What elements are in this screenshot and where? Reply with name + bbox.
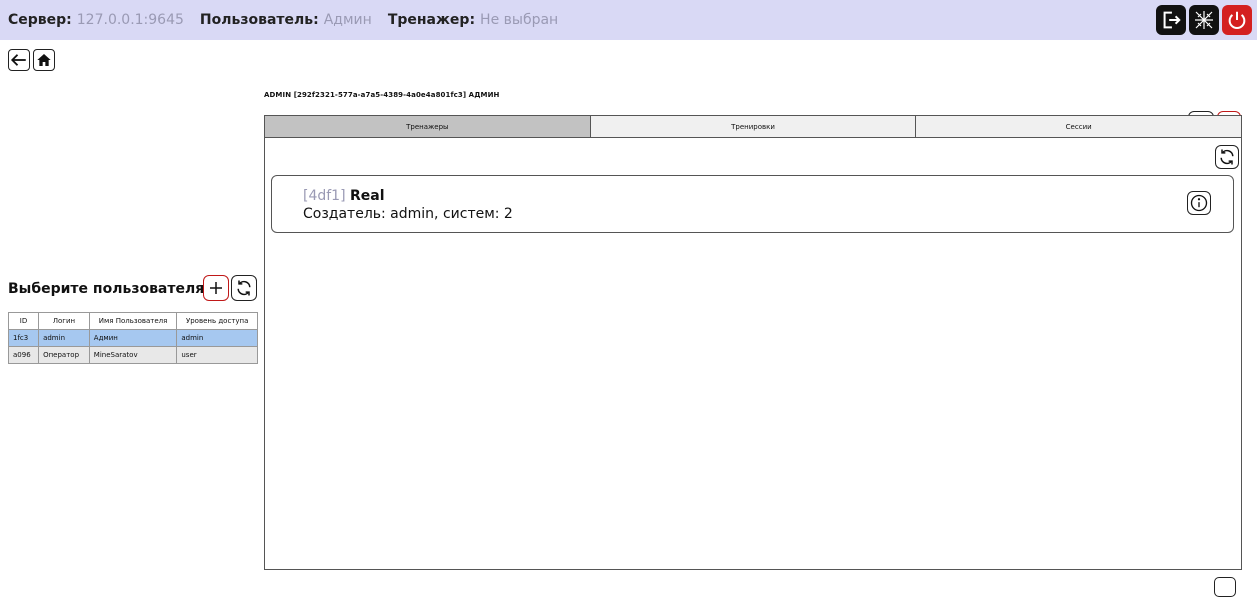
cell-level: user [176, 346, 258, 364]
network-icon [1195, 11, 1213, 29]
user-value: Админ [323, 12, 372, 28]
refresh-icon [1220, 149, 1234, 165]
table-row[interactable]: 1fc3 admin Админ admin [7, 329, 258, 347]
cell-login: admin [38, 329, 90, 347]
cell-name: MineSaratov [88, 346, 178, 364]
home-icon [37, 54, 51, 66]
refresh-users-button[interactable] [231, 275, 257, 301]
back-arrow-icon [10, 54, 26, 66]
tab-sessions[interactable]: Сессии [916, 116, 1242, 137]
trainer-info-button[interactable] [1187, 191, 1211, 215]
tab-trainers[interactable]: Тренажеры [265, 116, 591, 137]
trainer-label: Тренажер: [387, 12, 476, 28]
selected-user-info: ADMIN [292f2321-577a-a7a5-4389-4a0e4a801… [264, 91, 500, 99]
column-header: Имя Пользователя [88, 312, 178, 330]
power-icon [1228, 11, 1246, 29]
content-panel: Тренажеры Тренировки Сессии [4df1] Real … [264, 115, 1242, 570]
column-header: Уровень доступа [176, 312, 258, 330]
cell-name: Админ [88, 329, 178, 347]
theme-toggle-button[interactable] [1214, 577, 1236, 597]
cell-level: admin [176, 329, 258, 347]
server-label: Сервер: [8, 12, 72, 28]
table-header-row: ID Логин Имя Пользователя Уровень доступ… [7, 312, 258, 330]
network-button[interactable] [1189, 5, 1219, 35]
tab-trainings[interactable]: Тренировки [590, 116, 917, 137]
users-table: ID Логин Имя Пользователя Уровень доступ… [7, 312, 258, 364]
top-status-bar: Сервер: 127.0.0.1:9645 Пользователь: Адм… [0, 0, 1257, 40]
tab-bar: Тренажеры Тренировки Сессии [265, 116, 1242, 138]
back-button[interactable] [8, 49, 30, 71]
trainer-id: [4df1] [303, 188, 346, 204]
plus-icon [210, 282, 222, 294]
refresh-icon [237, 280, 251, 296]
moon-icon [1223, 581, 1230, 593]
trainer-name: Real [350, 188, 385, 204]
users-title: Выберите пользователя: [8, 281, 210, 297]
home-button[interactable] [33, 49, 55, 71]
cell-id: a096 [7, 346, 40, 364]
cell-login: Оператор [38, 346, 90, 364]
refresh-trainers-button[interactable] [1215, 145, 1239, 169]
logout-icon [1163, 11, 1181, 29]
column-header: Логин [38, 312, 90, 330]
column-header: ID [7, 312, 40, 330]
trainer-card[interactable]: [4df1] Real Создатель: admin, систем: 2 [271, 175, 1234, 233]
trainer-value: Не выбран [480, 12, 559, 28]
trainer-title: [4df1] Real [303, 188, 1233, 204]
add-user-button[interactable] [203, 275, 229, 301]
server-value: 127.0.0.1:9645 [76, 12, 184, 28]
user-label: Пользователь: [199, 12, 319, 28]
info-icon [1190, 194, 1208, 212]
table-row[interactable]: a096 Оператор MineSaratov user [7, 346, 258, 364]
top-actions [1156, 5, 1252, 35]
power-button[interactable] [1222, 5, 1252, 35]
cell-id: 1fc3 [7, 329, 40, 347]
logout-button[interactable] [1156, 5, 1186, 35]
trainer-details: Создатель: admin, систем: 2 [303, 206, 513, 222]
